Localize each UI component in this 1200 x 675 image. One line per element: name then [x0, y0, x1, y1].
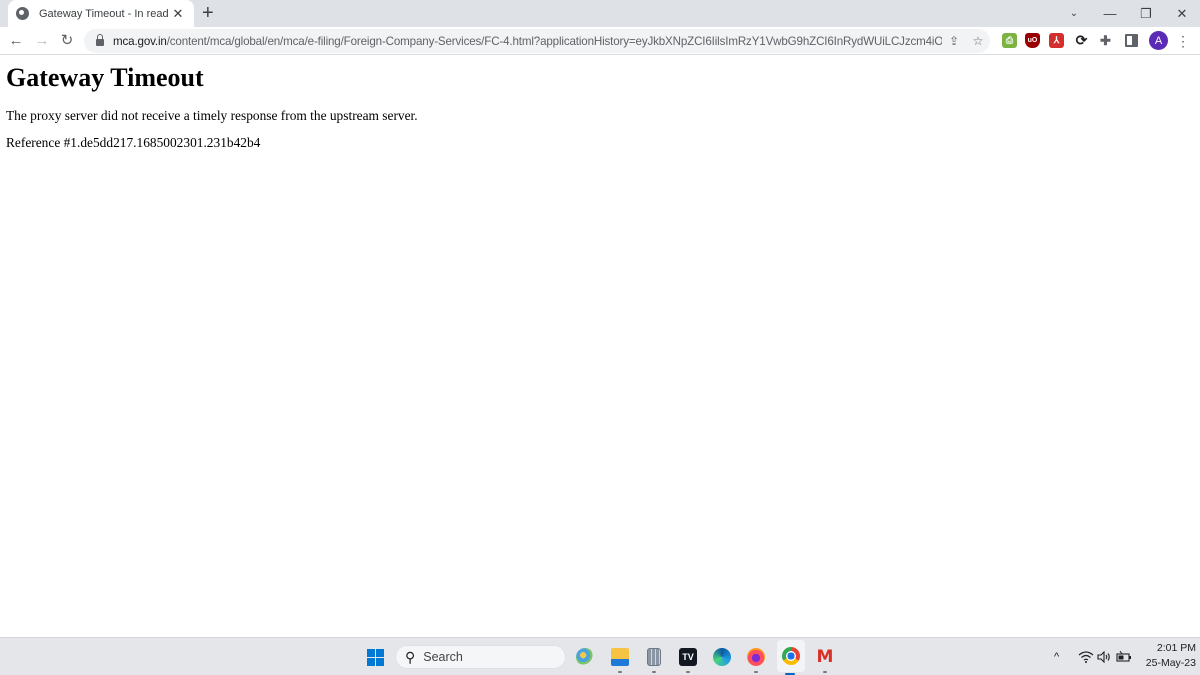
browser-tab[interactable]: Gateway Timeout - In read ✕	[8, 0, 194, 27]
tradingview-icon: TV	[679, 648, 697, 666]
start-button[interactable]	[362, 644, 388, 670]
taskbar-search-placeholder: Search	[423, 650, 463, 664]
restore-button[interactable]: ❐	[1128, 0, 1164, 27]
firefox-icon	[747, 648, 765, 666]
reference-id: Reference #1.de5dd217.1685002301.231b42b…	[6, 135, 261, 150]
browser-toolbar: ← → ↻ mca.gov.in/content/mca/global/en/m…	[0, 27, 1200, 55]
ublock-origin-extension-icon[interactable]: uO	[1025, 33, 1040, 48]
url-host: mca.gov.in	[113, 34, 167, 48]
error-message: The proxy server did not receive a timel…	[6, 108, 418, 123]
windows-logo-icon	[366, 648, 384, 666]
chrome-icon	[782, 647, 800, 665]
gmail-icon: M	[816, 647, 834, 667]
taskbar-app-edge[interactable]	[709, 644, 735, 670]
minimize-button[interactable]: —	[1092, 0, 1128, 27]
edge-icon	[713, 648, 731, 666]
taskbar-app-calculator[interactable]	[641, 644, 667, 673]
system-clock[interactable]: 2:01 PM 25-May-23	[1136, 641, 1196, 671]
calculator-icon	[647, 648, 661, 666]
lock-icon[interactable]	[96, 34, 104, 46]
taskbar-app-paint[interactable]	[572, 644, 598, 670]
url-path: /content/mca/global/en/mca/e-filing/Fore…	[166, 34, 942, 48]
adobe-acrobat-extension-icon[interactable]: ⅄	[1049, 33, 1064, 48]
folder-icon	[611, 648, 629, 666]
page-heading: Gateway Timeout	[6, 63, 204, 92]
window-close-button[interactable]: ✕	[1164, 0, 1200, 27]
taskbar-app-gmail[interactable]: M	[812, 644, 838, 673]
search-icon: ⚲	[405, 648, 416, 665]
clock-time: 2:01 PM	[1156, 642, 1196, 654]
taskbar-app-firefox[interactable]	[743, 644, 769, 673]
print-friendly-extension-icon[interactable]: ⎙	[1002, 33, 1017, 48]
back-button[interactable]: ←	[6, 31, 26, 51]
tab-strip: Gateway Timeout - In read ✕ + ⌄ — ❐ ✕	[0, 0, 1200, 27]
url-text[interactable]: mca.gov.in/content/mca/global/en/mca/e-f…	[113, 35, 942, 48]
tray-overflow-chevron-icon[interactable]: ^	[1054, 648, 1059, 666]
wifi-icon[interactable]	[1078, 648, 1094, 666]
chrome-menu-icon[interactable]: ⋮	[1176, 31, 1190, 51]
paint-icon	[576, 648, 594, 666]
tab-search-button[interactable]: ⌄	[1056, 0, 1092, 27]
profile-avatar[interactable]: A	[1149, 31, 1168, 50]
tab-close-button[interactable]: ✕	[170, 6, 186, 22]
clock-date: 25-May-23	[1145, 657, 1196, 669]
share-icon[interactable]: ⇪	[942, 34, 966, 48]
taskbar-app-tradingview[interactable]: TV	[675, 644, 701, 673]
globe-icon	[16, 7, 29, 20]
reload-button[interactable]: ↻	[57, 31, 77, 51]
extensions-puzzle-icon[interactable]: ✚	[1098, 33, 1113, 48]
taskbar-app-file-explorer[interactable]	[607, 644, 633, 673]
side-panel-icon[interactable]	[1125, 34, 1138, 47]
forward-button[interactable]: →	[32, 31, 52, 51]
battery-icon[interactable]	[1116, 648, 1132, 666]
page-content: Gateway Timeout The proxy server did not…	[0, 56, 1200, 636]
new-tab-button[interactable]: +	[202, 2, 214, 24]
volume-icon[interactable]	[1097, 648, 1111, 666]
taskbar-search[interactable]: ⚲ Search	[395, 645, 566, 669]
windows-taskbar	[0, 637, 1200, 675]
bookmark-star-icon[interactable]: ☆	[966, 34, 990, 48]
taskbar-app-chrome[interactable]	[777, 640, 805, 675]
address-bar[interactable]: mca.gov.in/content/mca/global/en/mca/e-f…	[84, 29, 990, 53]
sync-extension-icon[interactable]: ⟳	[1074, 32, 1089, 48]
tab-title: Gateway Timeout - In read	[39, 7, 169, 20]
